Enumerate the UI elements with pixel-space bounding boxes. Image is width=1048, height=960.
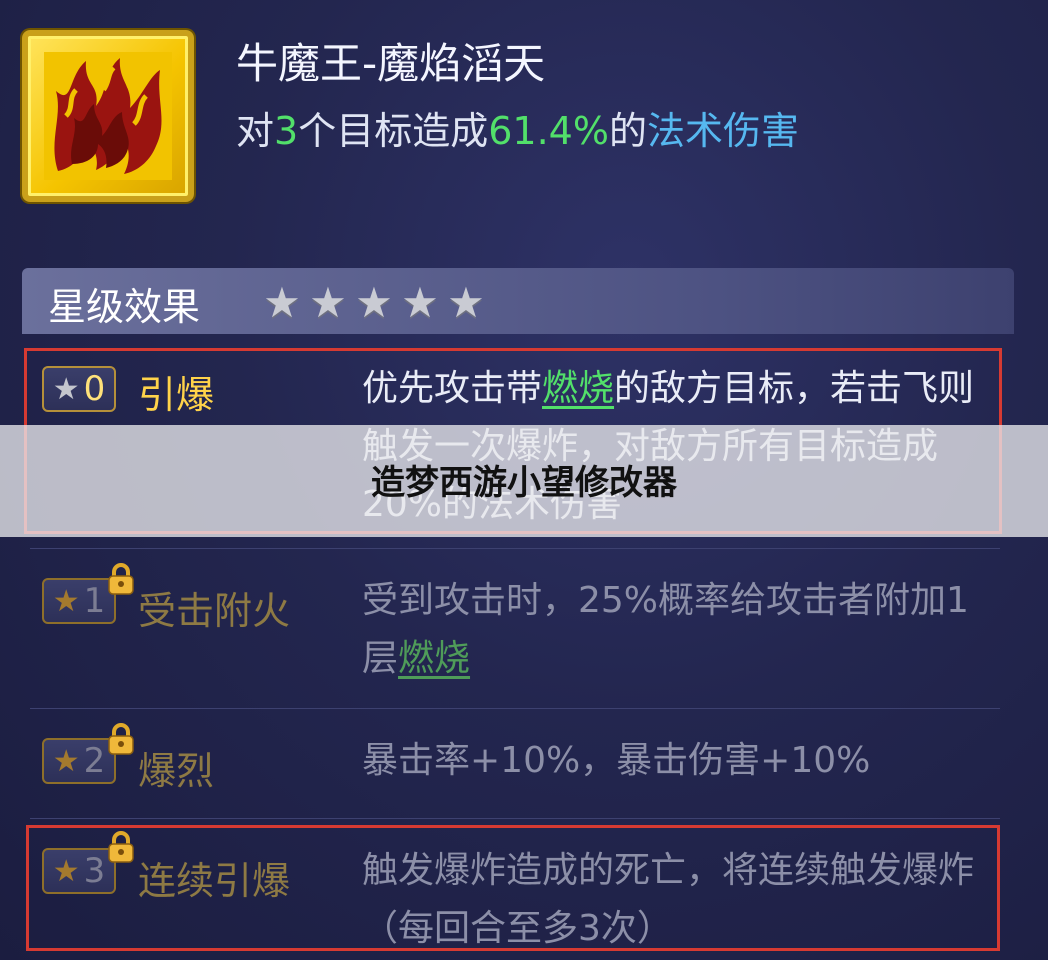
- effect-description: 暴击率+10%，暴击伤害+10%: [362, 740, 871, 781]
- divider: [30, 548, 1000, 549]
- effect-name: 爆烈: [138, 749, 215, 793]
- burn-keyword-link[interactable]: 燃烧: [542, 368, 614, 409]
- effect-name: 引爆: [138, 373, 215, 417]
- skill-title: 牛魔王-魔焰滔天: [236, 39, 546, 88]
- skill-description: 对3个目标造成61.4%的法术伤害: [236, 100, 799, 155]
- effect-row-3[interactable]: ★ 3 连续引爆 触发爆炸造成的死亡，将连续触发爆炸（每回合至多3次）: [22, 830, 1002, 955]
- star-effects-label: 星级效果: [48, 285, 201, 329]
- star-icon: ★: [309, 277, 347, 327]
- watermark-text: 造梦西游小望修改器: [371, 463, 677, 503]
- effect-row-1[interactable]: ★ 1 受击附火 受到攻击时，25%概率给攻击者附加1层燃烧: [22, 560, 1002, 700]
- effect-name: 连续引爆: [138, 859, 291, 903]
- target-count: 3: [274, 109, 299, 153]
- star-effects-header: 星级效果 ★ ★ ★ ★ ★: [22, 268, 1014, 334]
- star-icon: ★: [52, 583, 80, 619]
- lock-icon: [108, 563, 134, 595]
- star-icon: ★: [263, 277, 301, 327]
- star-level-badge: ★ 3: [42, 848, 116, 894]
- star-icon: ★: [52, 853, 80, 889]
- star-icon: ★: [401, 277, 439, 327]
- effect-description: 触发爆炸造成的死亡，将连续触发爆炸（每回合至多3次）: [362, 850, 975, 949]
- skill-icon: [22, 30, 194, 202]
- lock-icon: [108, 723, 134, 755]
- flame-icon: [44, 52, 172, 180]
- effect-row-2[interactable]: ★ 2 爆烈 暴击率+10%，暴击伤害+10%: [22, 720, 1002, 810]
- star-rating: ★ ★ ★ ★ ★: [260, 277, 488, 327]
- star-icon: ★: [52, 371, 80, 407]
- level-number: 2: [83, 741, 106, 781]
- divider: [30, 818, 1000, 819]
- star-level-badge: ★ 0: [42, 366, 116, 412]
- star-level-badge: ★ 2: [42, 738, 116, 784]
- damage-percent: 61.4%: [488, 109, 609, 153]
- effect-text: 优先攻击带: [362, 368, 543, 409]
- desc-mid: 个目标造成: [298, 109, 489, 153]
- lock-icon: [108, 831, 134, 863]
- level-number: 0: [83, 369, 106, 409]
- star-level-badge: ★ 1: [42, 578, 116, 624]
- star-icon: ★: [447, 277, 485, 327]
- effect-description: 受到攻击时，25%概率给攻击者附加1层燃烧: [362, 572, 982, 688]
- star-icon: ★: [355, 277, 393, 327]
- desc-prefix: 对: [236, 109, 275, 153]
- effect-name: 受击附火: [138, 589, 291, 633]
- divider: [30, 708, 1000, 709]
- damage-type: 法术伤害: [646, 109, 799, 153]
- desc-mid2: 的: [608, 109, 647, 153]
- burn-keyword-link[interactable]: 燃烧: [398, 638, 470, 679]
- level-number: 1: [83, 581, 106, 621]
- level-number: 3: [83, 851, 106, 891]
- star-icon: ★: [52, 743, 80, 779]
